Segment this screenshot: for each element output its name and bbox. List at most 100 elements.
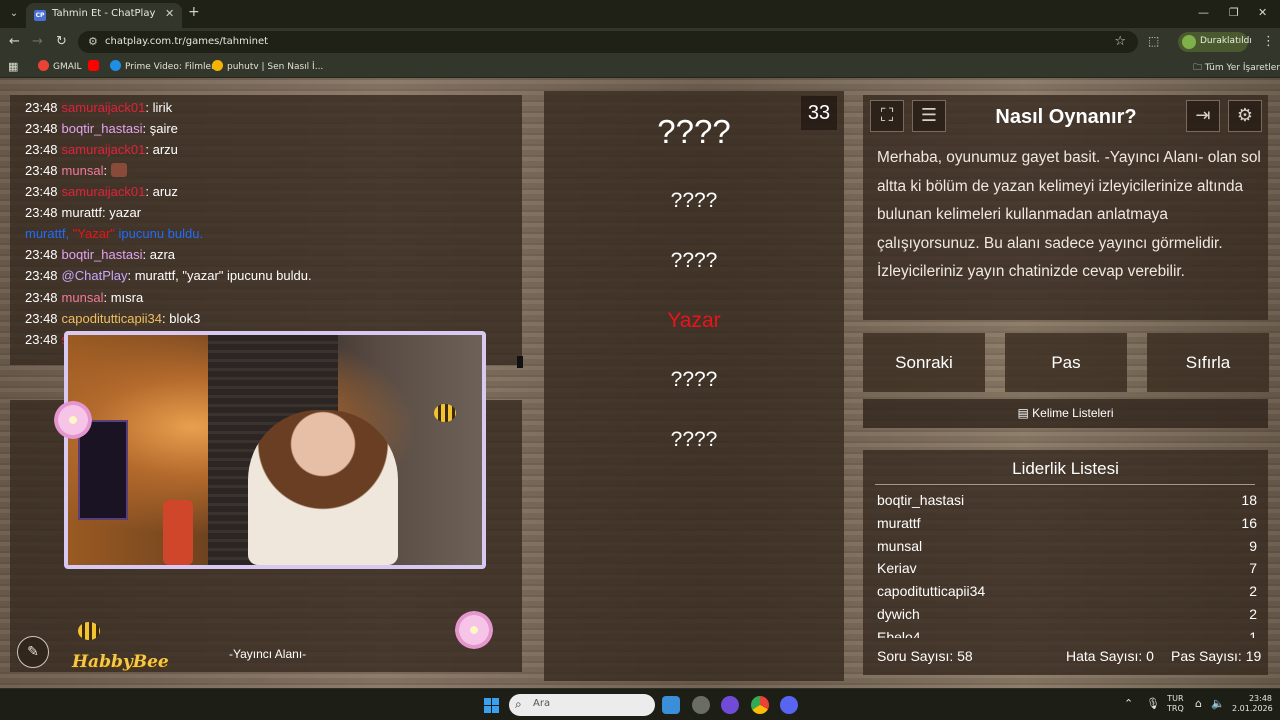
extensions-icon[interactable]: ⬚ bbox=[1148, 34, 1159, 48]
player-score: 9 bbox=[1249, 537, 1257, 554]
chat-username[interactable]: murattf bbox=[62, 205, 102, 220]
back-icon[interactable]: ← bbox=[9, 34, 20, 49]
tab-close-icon[interactable]: ✕ bbox=[165, 7, 174, 20]
hidden-word: ???? bbox=[670, 368, 718, 391]
chat-username[interactable]: samuraijack01 bbox=[62, 142, 146, 157]
chat-message: 23:48 munsal: mısra bbox=[25, 290, 143, 305]
bookmark-puhutv[interactable]: puhutv | Sen Nasıl İ... bbox=[212, 60, 323, 72]
fullscreen-icon[interactable]: ⛶ bbox=[870, 100, 904, 132]
chat-username[interactable]: munsal bbox=[62, 163, 104, 178]
profile-button[interactable]: Duraklatıldı bbox=[1178, 32, 1252, 52]
browser-menu-icon[interactable]: ⋮ bbox=[1262, 34, 1275, 49]
bookmark-prime-video[interactable]: Prime Video: Filmler... bbox=[110, 60, 223, 72]
player-name: dywich bbox=[877, 605, 920, 622]
chat-username[interactable]: capoditutticapii34 bbox=[62, 311, 162, 326]
leaderboard-row: boqtir_hastasi 18 bbox=[877, 490, 1257, 513]
leaderboard-row: dywich 2 bbox=[877, 604, 1257, 627]
google-icon bbox=[38, 60, 49, 71]
forward-icon[interactable]: → bbox=[32, 34, 43, 49]
tray-chevron-icon[interactable]: ⌃ bbox=[1124, 697, 1133, 710]
youtube-icon bbox=[88, 60, 99, 71]
app-icon[interactable] bbox=[692, 696, 710, 714]
question-count: Soru Sayısı: 58 bbox=[877, 648, 973, 664]
chat-username[interactable]: munsal bbox=[62, 290, 104, 305]
edit-pen-icon[interactable]: ✎ bbox=[17, 636, 49, 668]
mic-icon[interactable]: 🎙 bbox=[1146, 697, 1160, 710]
settings-gear-icon[interactable]: ⚙ bbox=[1228, 100, 1262, 132]
window-close-icon[interactable]: ✕ bbox=[1258, 6, 1267, 19]
webcam-feed bbox=[64, 331, 486, 569]
reload-icon[interactable]: ↻ bbox=[56, 34, 67, 49]
chat-message: 23:48 @ChatPlay: murattf, "yazar" ipucunu… bbox=[25, 268, 312, 283]
chat-text: : azra bbox=[142, 247, 176, 262]
next-button[interactable]: Sonraki bbox=[863, 333, 985, 392]
all-bookmarks[interactable]: 🗀 Tüm Yer İşaretleri bbox=[1193, 60, 1280, 76]
hidden-word: ???? bbox=[670, 249, 718, 272]
leaderboard-list[interactable]: boqtir_hastasi 18 murattf 16 munsal 9 Keriav 7 c… bbox=[877, 490, 1257, 638]
discord-icon[interactable] bbox=[780, 696, 798, 714]
chat-username[interactable]: boqtir_hastasi bbox=[62, 247, 143, 262]
prime-video-icon bbox=[110, 60, 121, 71]
windows-taskbar: ⌕ Ara ⌃ 🎙 TUR TRQ ⌂ 🔈 23:48 2.01.2026 bbox=[0, 688, 1280, 720]
chat-username[interactable]: boqtir_hastasi bbox=[62, 121, 143, 136]
notebook-icon: ▤ bbox=[1017, 406, 1033, 420]
chat-username[interactable]: samuraijack01 bbox=[62, 100, 146, 115]
player-score: 2 bbox=[1249, 605, 1257, 622]
input-language[interactable]: TUR TRQ bbox=[1167, 694, 1184, 714]
chat-scroll-thumb[interactable] bbox=[517, 356, 523, 368]
tab-title: Tahmin Et - ChatPlay bbox=[52, 8, 156, 19]
chat-system-text: ipucunu buldu. bbox=[114, 226, 204, 241]
chat-time: 23:48 bbox=[25, 268, 58, 283]
chat-text: "Yazar" bbox=[72, 226, 115, 241]
app-icon[interactable] bbox=[662, 696, 680, 714]
app-icon[interactable] bbox=[721, 696, 739, 714]
volume-icon[interactable]: 🔈 bbox=[1211, 697, 1225, 710]
minimize-icon[interactable]: — bbox=[1198, 6, 1209, 19]
notes-icon[interactable]: ☰ bbox=[912, 100, 946, 132]
streamer bbox=[248, 410, 398, 565]
bookmark-gmail[interactable]: GMAIL bbox=[38, 60, 82, 72]
new-tab-icon[interactable]: + bbox=[188, 4, 200, 20]
network-icon[interactable]: ⌂ bbox=[1195, 697, 1202, 710]
leaderboard-row: Keriav 7 bbox=[877, 558, 1257, 581]
chat-text: : mısra bbox=[103, 290, 144, 305]
restore-icon[interactable]: ❐ bbox=[1229, 6, 1239, 19]
windows-start-icon[interactable] bbox=[484, 698, 499, 713]
player-score: 1 bbox=[1249, 628, 1257, 638]
apps-grid-icon[interactable]: ▦ bbox=[8, 60, 18, 73]
chat-text: : arzu bbox=[145, 142, 178, 157]
word-lists-button[interactable]: ▤ Kelime Listeleri bbox=[863, 399, 1268, 428]
taskbar-search[interactable]: ⌕ Ara bbox=[509, 694, 655, 716]
url-text[interactable]: chatplay.com.tr/games/tahminet bbox=[105, 36, 268, 47]
clock[interactable]: 23:48 2.01.2026 bbox=[1232, 694, 1273, 714]
chat-time: 23:48 bbox=[25, 205, 58, 220]
player-name: Ebelo4 bbox=[877, 628, 921, 638]
bookmark-youtube[interactable] bbox=[88, 60, 103, 72]
chat-username[interactable]: samuraijack01 bbox=[62, 184, 146, 199]
url-field[interactable]: ⚙ chatplay.com.tr/games/tahminet ☆ bbox=[78, 31, 1138, 53]
flower-decoration-icon bbox=[455, 611, 493, 649]
tab-search-chevron-icon[interactable]: ⌄ bbox=[6, 6, 22, 22]
streamer-brand: HabbyBee bbox=[72, 652, 169, 672]
browser-tab[interactable]: CP Tahmin Et - ChatPlay ✕ bbox=[26, 3, 182, 28]
player-name: Keriav bbox=[877, 560, 917, 577]
how-to-play-text: Merhaba, oyunumuz gayet basit. -Yayıncı … bbox=[877, 149, 1261, 280]
pass-button[interactable]: Pas bbox=[1005, 333, 1127, 392]
tab-favicon: CP bbox=[34, 10, 46, 21]
chat-message: 23:48 boqtir_hastasi: şaire bbox=[25, 121, 178, 136]
puhutv-icon bbox=[212, 60, 223, 71]
chat-username[interactable]: @ChatPlay bbox=[62, 268, 128, 283]
profile-avatar bbox=[1182, 35, 1196, 49]
reset-button[interactable]: Sıfırla bbox=[1147, 333, 1269, 392]
how-to-play-title: Nasıl Oynanır? bbox=[995, 106, 1137, 128]
chat-message: 23:48 samuraijack01: aruz bbox=[25, 184, 178, 199]
chat-message: 23:48 munsal: bbox=[25, 163, 127, 178]
exit-icon[interactable]: ⇥ bbox=[1186, 100, 1220, 132]
player-name: boqtir_hastasi bbox=[877, 492, 965, 508]
hidden-word: ???? bbox=[657, 113, 731, 150]
site-info-icon[interactable]: ⚙ bbox=[88, 35, 98, 48]
chrome-icon[interactable] bbox=[751, 696, 769, 714]
bookmark-star-icon[interactable]: ☆ bbox=[1114, 34, 1126, 49]
chat-username[interactable]: murattf, bbox=[25, 226, 73, 241]
chat-message: 23:48 capoditutticapii34: blok3 bbox=[25, 311, 200, 326]
